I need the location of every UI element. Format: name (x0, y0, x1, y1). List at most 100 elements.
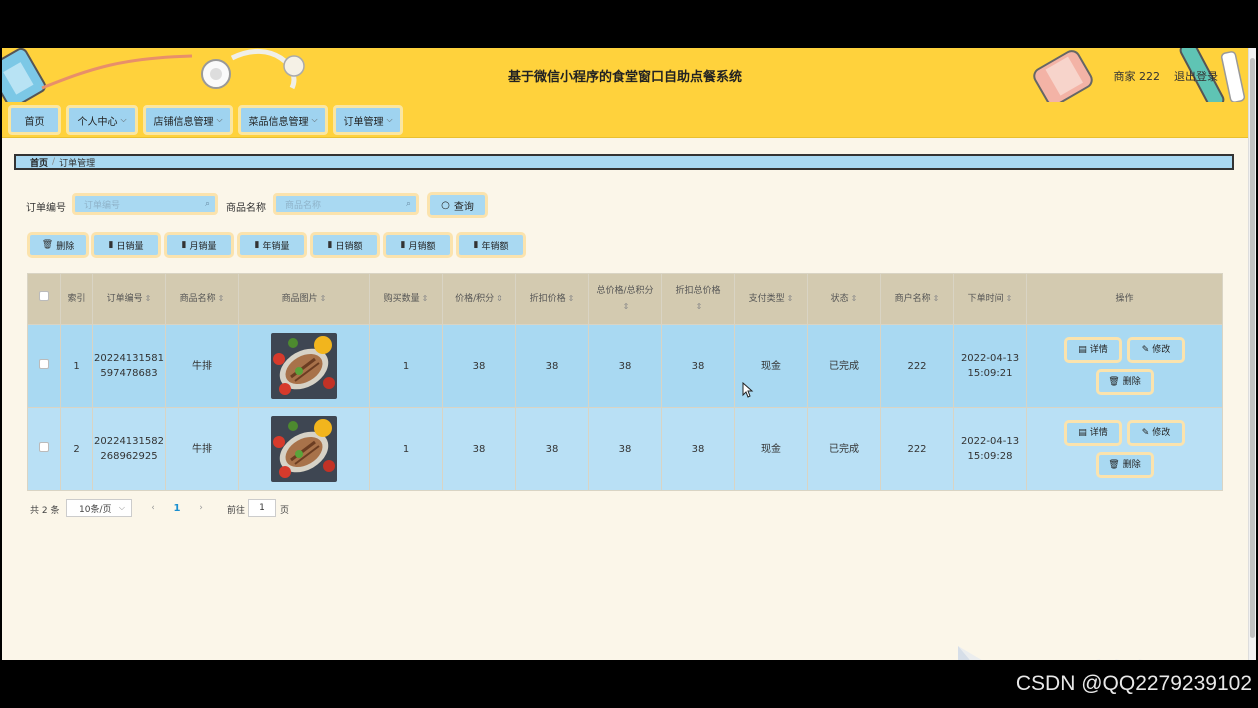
delete-button[interactable]: 🗑 删除 (1095, 452, 1154, 478)
breadcrumb-home[interactable]: 首页 (30, 156, 48, 169)
column-header[interactable]: 订单编号 ⇕ (92, 273, 166, 325)
sort-icon[interactable]: ⇕ (422, 294, 429, 303)
delete-button[interactable]: 🗑 删除 (1095, 369, 1154, 395)
product-image[interactable] (271, 333, 337, 399)
goto-prefix: 前往 (227, 506, 246, 516)
column-header[interactable]: 商户名称 ⇕ (880, 273, 954, 325)
column-header[interactable]: 状态 ⇕ (807, 273, 881, 325)
bar-chart-icon: ▮ (400, 240, 406, 250)
sort-icon[interactable]: ⇕ (496, 294, 503, 303)
query-button-label: 查询 (453, 201, 474, 213)
page-size-select[interactable]: 10条/页 ⌵ (66, 499, 132, 517)
column-header[interactable]: 总价格/总积分 ⇕ (588, 273, 662, 325)
breadcrumb: 首页 / 订单管理 (14, 154, 1234, 170)
column-header[interactable]: 折扣价格 ⇕ (515, 273, 589, 325)
trash-icon: 🗑 (1108, 459, 1120, 470)
yearly-sales-qty-button[interactable]: ▮ 年销量 (237, 232, 307, 258)
chevron-down-icon: ⌵ (216, 115, 223, 124)
goto-suffix: 页 (280, 506, 290, 516)
edit-button[interactable]: ✎ 修改 (1127, 420, 1185, 446)
sort-icon[interactable]: ⇕ (218, 294, 225, 303)
column-header[interactable]: 下单时间 ⇕ (953, 273, 1027, 325)
app-title: 基于微信小程序的食堂窗口自助点餐系统 (507, 70, 742, 85)
nav-item-order-management[interactable]: 订单管理 ⌵ (333, 105, 403, 135)
detail-label: 详情 (1089, 344, 1108, 355)
detail-button[interactable]: ▤ 详情 (1064, 420, 1122, 446)
merchant-cell: 222 (880, 324, 954, 408)
monthly-sales-amount-button[interactable]: ▮ 月销额 (383, 232, 453, 258)
chevron-left-icon: ‹ (151, 503, 155, 513)
row-checkbox[interactable] (39, 441, 49, 452)
select-all-checkbox[interactable] (39, 291, 49, 301)
yearly-sales-amount-button[interactable]: ▮ 年销额 (456, 232, 526, 258)
steak-image (271, 416, 337, 482)
next-page-button[interactable]: › (190, 499, 212, 517)
discount-price-cell: 38 (515, 407, 589, 491)
column-header[interactable]: 商品图片 ⇕ (238, 273, 370, 325)
sort-icon[interactable]: ⇕ (696, 302, 703, 311)
product-image[interactable] (271, 416, 337, 482)
document-icon: ▤ (1078, 344, 1087, 355)
nav-item-home[interactable]: 首页 (8, 105, 61, 135)
trash-icon: 🗑 (1108, 376, 1120, 387)
bar-chart-icon: ▮ (181, 240, 187, 250)
search-icon: ⌕ (204, 199, 210, 209)
product-name-input[interactable]: 商品名称 ⌕ (273, 193, 419, 215)
steak-image (271, 333, 337, 399)
column-header: 操作 (1026, 273, 1223, 325)
nav-item-personal-center[interactable]: 个人中心 ⌵ (66, 105, 138, 135)
sort-icon[interactable]: ⇕ (568, 294, 575, 303)
price-cell: 38 (442, 324, 516, 408)
chevron-down-icon: ⌵ (120, 115, 127, 124)
sort-icon[interactable]: ⇕ (1006, 294, 1013, 303)
column-header[interactable]: 购买数量 ⇕ (369, 273, 443, 325)
table-row: 2 20224131582 268962925 牛排 1 38 38 38 38… (27, 407, 1223, 491)
pay-type-cell: 现金 (734, 407, 808, 491)
edit-button[interactable]: ✎ 修改 (1127, 337, 1185, 363)
daily-sales-qty-button[interactable]: ▮ 日销量 (91, 232, 161, 258)
nav-item-dish-info[interactable]: 菜品信息管理 ⌵ (238, 105, 328, 135)
column-header[interactable]: 折扣总价格 ⇕ (661, 273, 735, 325)
total-cell: 38 (588, 407, 662, 491)
column-label: 折扣价格 (529, 294, 566, 304)
scrollbar-thumb[interactable] (1250, 58, 1255, 638)
current-page[interactable]: 1 (166, 499, 188, 517)
order-time-cell: 2022-04-13 15:09:21 (953, 324, 1027, 408)
sort-icon[interactable]: ⇕ (933, 294, 940, 303)
logout-link[interactable]: 退出登录 (1174, 68, 1218, 84)
daily-sales-amount-button[interactable]: ▮ 日销额 (310, 232, 380, 258)
column-header[interactable]: 价格/积分 ⇕ (442, 273, 516, 325)
nav-item-shop-info[interactable]: 店铺信息管理 ⌵ (143, 105, 233, 135)
batch-delete-button[interactable]: 🗑 删除 (27, 232, 89, 258)
table-row: 1 20224131581 597478683 牛排 1 38 38 38 38… (27, 324, 1223, 408)
order-no-part: 20224131582 (94, 436, 164, 447)
query-button[interactable]: ○ 查询 (427, 192, 488, 218)
orders-table: 索引 订单编号 ⇕ 商品名称 ⇕ 商品图片 ⇕ 购买数量 ⇕ 价格/积分 ⇕ 折扣价格 ⇕ … (27, 273, 1223, 491)
video-frame: 基于微信小程序的食堂窗口自助点餐系统 商家 222 退出登录 首页 个人中心 ⌵… (0, 0, 1258, 708)
browser-viewport: 基于微信小程序的食堂窗口自助点餐系统 商家 222 退出登录 首页 个人中心 ⌵… (2, 48, 1248, 660)
monthly-sales-qty-button[interactable]: ▮ 月销量 (164, 232, 234, 258)
quantity-cell: 1 (369, 407, 443, 491)
detail-button[interactable]: ▤ 详情 (1064, 337, 1122, 363)
column-header[interactable]: 支付类型 ⇕ (734, 273, 808, 325)
vertical-scrollbar[interactable] (1248, 48, 1256, 660)
sort-icon[interactable]: ⇕ (320, 294, 327, 303)
page-size-value: 10条/页 (79, 504, 112, 515)
sort-icon[interactable]: ⇕ (145, 294, 152, 303)
select-all-cell (27, 273, 61, 325)
order-no-input[interactable]: 订单编号 ⌕ (72, 193, 218, 215)
column-header[interactable]: 商品名称 ⇕ (165, 273, 239, 325)
index-cell: 2 (60, 407, 93, 491)
ev-watermark-text: eV剪辑 (1020, 646, 1176, 660)
actions-cell: ▤ 详情 ✎ 修改 🗑 删除 (1026, 407, 1223, 491)
order-no-part: 268962925 (100, 451, 158, 462)
prev-page-button[interactable]: ‹ (142, 499, 164, 517)
sort-icon[interactable]: ⇕ (787, 294, 794, 303)
row-checkbox[interactable] (39, 358, 49, 369)
column-label: 支付类型 (748, 294, 785, 304)
document-icon: ▤ (1078, 427, 1087, 438)
sort-icon[interactable]: ⇕ (623, 302, 630, 311)
goto-page-input[interactable]: 1 (248, 499, 276, 517)
order-no-part: 597478683 (100, 368, 158, 379)
sort-icon[interactable]: ⇕ (851, 294, 858, 303)
